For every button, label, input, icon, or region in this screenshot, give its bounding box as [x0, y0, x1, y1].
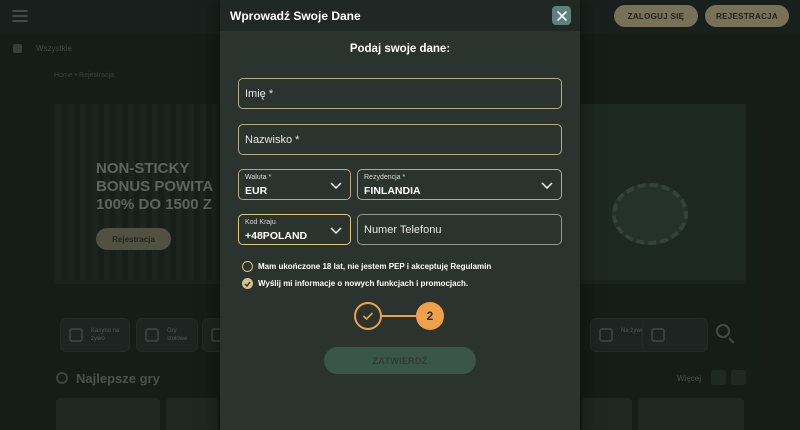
country-code-value: +48POLAND	[245, 230, 308, 242]
chevron-down-icon	[541, 182, 553, 190]
phone-input[interactable]	[358, 215, 561, 244]
last-name-field[interactable]	[238, 124, 562, 155]
phone-field[interactable]	[357, 214, 562, 245]
last-name-input[interactable]	[239, 125, 561, 154]
first-name-field[interactable]	[238, 78, 562, 109]
country-code-label: Kod Kraju	[245, 219, 276, 226]
step-connector	[380, 315, 420, 317]
currency-label: Waluta *	[245, 174, 272, 181]
submit-button[interactable]: ZATWIERDŹ	[324, 347, 476, 374]
terms-checkbox[interactable]	[242, 261, 253, 272]
marketing-checkbox-row[interactable]: Wyślij mi informacje o nowych funkcjach …	[242, 277, 468, 290]
residence-select[interactable]: Rezydencja * FINLANDIA	[357, 169, 562, 200]
close-icon	[556, 10, 567, 21]
residence-value: FINLANDIA	[364, 185, 421, 197]
modal-title: Wprowadź Swoje Dane	[230, 9, 361, 23]
form-subtitle: Podaj swoje dane:	[349, 43, 451, 55]
chevron-down-icon	[330, 182, 342, 190]
registration-modal: Wprowadź Swoje Dane Podaj swoje dane: Wa…	[220, 0, 580, 430]
marketing-checkbox[interactable]	[242, 278, 253, 289]
step-2-current: 2	[416, 302, 444, 330]
check-icon	[362, 312, 374, 321]
check-icon	[244, 281, 251, 287]
chevron-down-icon	[330, 227, 342, 235]
step-indicator: 2	[354, 302, 446, 330]
marketing-checkbox-label: Wyślij mi informacje o nowych funkcjach …	[258, 279, 469, 288]
country-code-select[interactable]: Kod Kraju +48POLAND	[238, 214, 351, 245]
step-1-completed	[354, 302, 382, 330]
terms-checkbox-label: Mam ukończone 18 lat, nie jestem PEP i a…	[258, 262, 492, 271]
residence-label: Rezydencja *	[364, 174, 406, 181]
modal-header: Wprowadź Swoje Dane	[220, 0, 580, 31]
terms-checkbox-row[interactable]: Mam ukończone 18 lat, nie jestem PEP i a…	[242, 260, 491, 273]
currency-value: EUR	[245, 185, 268, 197]
currency-select[interactable]: Waluta * EUR	[238, 169, 351, 200]
close-button[interactable]	[552, 6, 571, 25]
first-name-input[interactable]	[239, 79, 561, 108]
